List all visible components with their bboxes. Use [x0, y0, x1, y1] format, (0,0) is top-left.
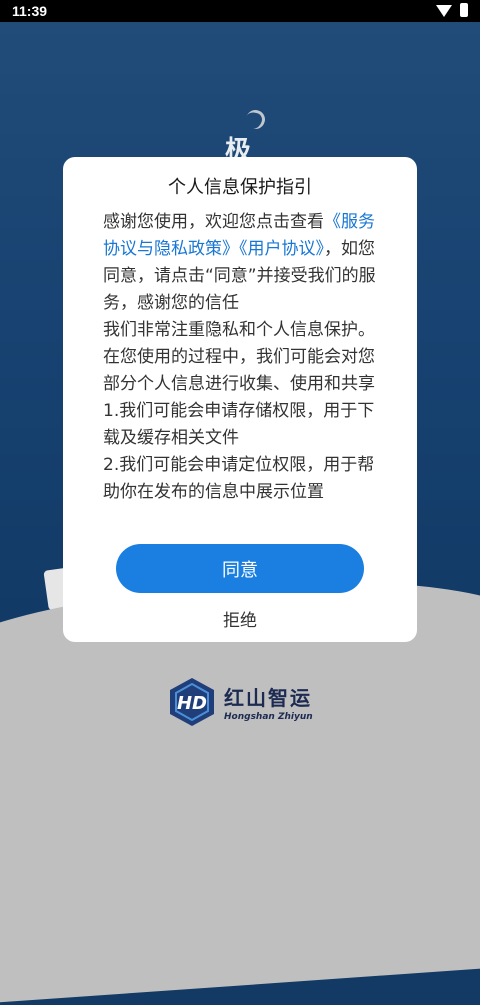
app-logo: HD 红山智运 Hongshan Zhiyun — [166, 676, 313, 728]
logo-name-en: Hongshan Zhiyun — [224, 712, 313, 722]
status-icons — [436, 3, 468, 17]
storage-permission-item: 1.我们可能会申请存储权限，用于下载及缓存相关文件 — [103, 401, 375, 448]
svg-text:HD: HD — [177, 693, 207, 714]
intro-prefix: 感谢您使用，欢迎您点击查看 — [103, 212, 324, 232]
wifi-icon — [436, 5, 452, 17]
location-permission-item: 2.我们可能会申请定位权限，用于帮助你在发布的信息中展示位置 — [103, 455, 375, 502]
battery-icon — [460, 3, 468, 17]
dialog-title: 个人信息保护指引 — [168, 177, 312, 198]
status-bar: 11:39 — [0, 0, 480, 22]
logo-hexagon-icon: HD — [170, 678, 214, 726]
status-time: 11:39 — [12, 3, 48, 19]
privacy-dialog: 个人信息保护指引 感谢您使用，欢迎您点击查看《服务协议与隐私政策》《用户协议》，… — [63, 157, 417, 642]
logo-name-cn: 红山智运 — [224, 686, 312, 710]
dialog-body[interactable]: 感谢您使用，欢迎您点击查看《服务协议与隐私政策》《用户协议》，如您同意，请点击“… — [103, 209, 383, 585]
privacy-paragraph: 我们非常注重隐私和个人信息保护。在您使用的过程中，我们可能会对您部分个人信息进行… — [103, 320, 375, 394]
reject-button[interactable]: 拒绝 — [63, 605, 417, 632]
agree-button[interactable]: 同意 — [116, 544, 364, 593]
user-agreement-link[interactable]: 《用户协议》 — [239, 239, 324, 259]
logo-text: 红山智运 Hongshan Zhiyun — [224, 682, 313, 722]
intro-paragraph: 感谢您使用，欢迎您点击查看《服务协议与隐私政策》《用户协议》，如您同意，请点击“… — [103, 209, 383, 317]
